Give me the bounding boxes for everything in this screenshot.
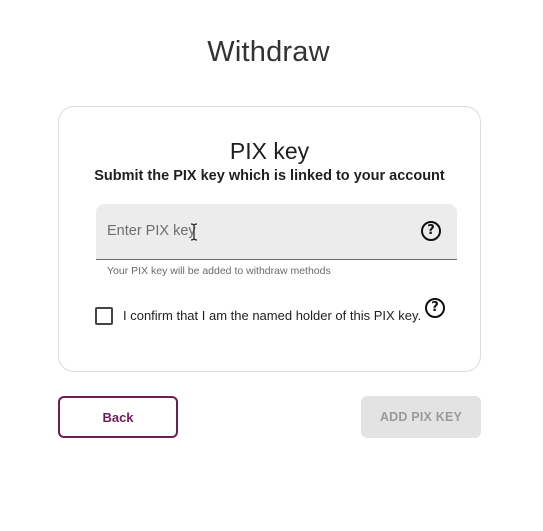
pix-key-input[interactable] bbox=[96, 204, 406, 258]
add-pix-key-button[interactable]: ADD PIX KEY bbox=[361, 396, 481, 438]
card-subtitle: Submit the PIX key which is linked to yo… bbox=[94, 168, 445, 184]
back-button[interactable]: Back bbox=[58, 396, 178, 438]
withdraw-page: Withdraw PIX key Submit the PIX key whic… bbox=[0, 0, 543, 531]
text-cursor-icon bbox=[190, 223, 198, 241]
question-circle-icon[interactable]: ? bbox=[421, 221, 441, 241]
pix-key-helper-text: Your PIX key will be added to withdraw m… bbox=[107, 265, 331, 277]
confirm-holder-label[interactable]: I confirm that I am the named holder of … bbox=[123, 308, 421, 323]
question-circle-icon[interactable]: ? bbox=[425, 298, 445, 318]
confirm-holder-checkbox[interactable] bbox=[95, 307, 113, 325]
pix-key-card: PIX key Submit the PIX key which is link… bbox=[58, 106, 481, 372]
pix-key-field[interactable]: ? bbox=[96, 204, 457, 260]
card-title: PIX key bbox=[229, 138, 310, 164]
page-title: Withdraw bbox=[207, 36, 330, 68]
